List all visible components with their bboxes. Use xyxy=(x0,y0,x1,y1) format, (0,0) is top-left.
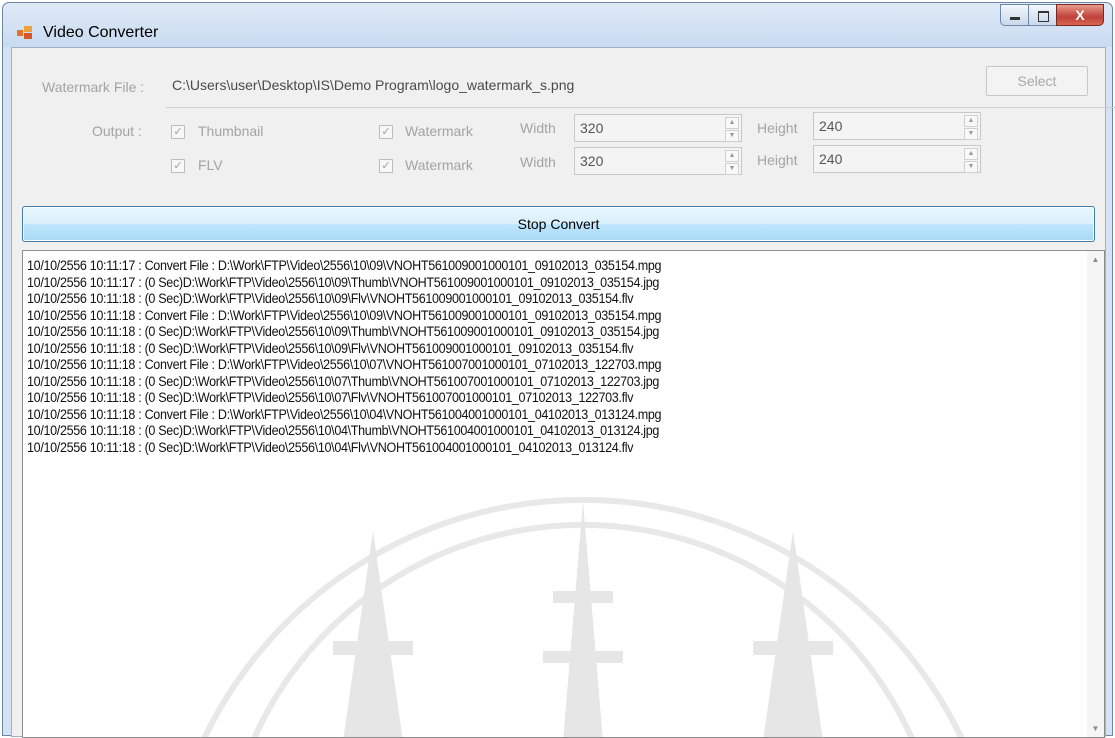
output-label: Output : xyxy=(92,123,142,139)
log-line: 10/10/2556 10:11:18 : (0 Sec)D:\Work\FTP… xyxy=(27,324,660,339)
spin-down-icon[interactable]: ▼ xyxy=(964,128,978,140)
thumbnail-height-value: 240 xyxy=(819,118,843,134)
flv-checkbox[interactable]: ✓ xyxy=(171,159,185,173)
watermark-emblem xyxy=(201,496,965,737)
flv-label: FLV xyxy=(198,157,223,173)
log-scrollbar[interactable]: ▲ ▼ xyxy=(1087,251,1104,737)
maximize-button[interactable] xyxy=(1028,4,1056,26)
thumbnail-width-stepper[interactable]: 320 ▲ ▼ xyxy=(574,114,742,142)
select-button[interactable]: Select xyxy=(986,66,1088,96)
watermark-file-label: Watermark File : xyxy=(42,79,145,95)
thumbnail-label: Thumbnail xyxy=(198,123,264,139)
close-icon: X xyxy=(1075,7,1085,23)
thumbnail-checkbox[interactable]: ✓ xyxy=(171,125,185,139)
video-converter-window: Video Converter X Watermark File : C:\Us… xyxy=(2,2,1115,738)
client-area: Watermark File : C:\Users\user\Desktop\I… xyxy=(11,47,1115,738)
log-lines: 10/10/2556 10:11:17 : Convert File : D:\… xyxy=(27,258,709,456)
maximize-icon xyxy=(1038,11,1049,22)
log-line: 10/10/2556 10:11:18 : (0 Sec)D:\Work\FTP… xyxy=(27,439,634,455)
close-button[interactable]: X xyxy=(1056,4,1104,26)
spin-down-icon[interactable]: ▼ xyxy=(964,161,978,173)
log-line: 10/10/2556 10:11:18 : (0 Sec)D:\Work\FTP… xyxy=(27,291,634,306)
thumbnail-watermark-checkbox[interactable]: ✓ xyxy=(379,125,393,139)
spin-down-icon[interactable]: ▼ xyxy=(725,163,739,175)
spin-up-icon[interactable]: ▲ xyxy=(725,117,739,129)
flv-watermark-checkbox[interactable]: ✓ xyxy=(379,159,393,173)
thumbnail-width-label: Width xyxy=(520,120,556,136)
title-bar[interactable]: Video Converter X xyxy=(3,3,1112,47)
flv-width-arrows: ▲ ▼ xyxy=(725,150,739,175)
conversion-log[interactable]: 10/10/2556 10:11:17 : Convert File : D:\… xyxy=(22,250,1105,738)
minimize-icon xyxy=(1010,17,1020,20)
watermark-path-field[interactable]: C:\Users\user\Desktop\IS\Demo Program\lo… xyxy=(172,77,574,93)
spin-up-icon[interactable]: ▲ xyxy=(964,148,978,160)
thumbnail-height-arrows: ▲ ▼ xyxy=(964,115,978,140)
thumbnail-height-label: Height xyxy=(757,120,798,136)
window-controls: X xyxy=(1000,4,1104,28)
watermark-path-underline xyxy=(166,107,1115,108)
window-title: Video Converter xyxy=(43,24,159,41)
flv-height-label: Height xyxy=(757,152,798,168)
thumbnail-height-stepper[interactable]: 240 ▲ ▼ xyxy=(813,112,981,140)
flv-width-stepper[interactable]: 320 ▲ ▼ xyxy=(574,147,742,175)
log-line: 10/10/2556 10:11:18 : (0 Sec)D:\Work\FTP… xyxy=(27,390,634,405)
log-line: 10/10/2556 10:11:18 : Convert File : D:\… xyxy=(27,307,662,323)
flv-watermark-label: Watermark xyxy=(405,157,473,173)
flv-height-stepper[interactable]: 240 ▲ ▼ xyxy=(813,145,981,173)
log-line: 10/10/2556 10:11:17 : Convert File : D:\… xyxy=(27,258,662,273)
log-line: 10/10/2556 10:11:18 : Convert File : D:\… xyxy=(27,357,662,372)
minimize-button[interactable] xyxy=(1000,4,1028,26)
log-line: 10/10/2556 10:11:18 : (0 Sec)D:\Work\FTP… xyxy=(27,423,660,438)
spin-up-icon[interactable]: ▲ xyxy=(964,115,978,127)
thumbnail-watermark-label: Watermark xyxy=(405,123,473,139)
flv-width-label: Width xyxy=(520,154,556,170)
spin-up-icon[interactable]: ▲ xyxy=(725,150,739,162)
flv-width-value: 320 xyxy=(580,153,604,169)
app-icon xyxy=(17,26,33,40)
scroll-down-icon[interactable]: ▼ xyxy=(1087,720,1104,737)
flv-height-arrows: ▲ ▼ xyxy=(964,148,978,173)
flv-height-value: 240 xyxy=(819,151,843,167)
thumbnail-width-value: 320 xyxy=(580,120,604,136)
scroll-up-icon[interactable]: ▲ xyxy=(1087,251,1104,268)
stop-convert-button[interactable]: Stop Convert xyxy=(22,206,1095,242)
log-line: 10/10/2556 10:11:18 : Convert File : D:\… xyxy=(27,406,662,422)
log-line: 10/10/2556 10:11:17 : (0 Sec)D:\Work\FTP… xyxy=(27,274,660,290)
thumbnail-width-arrows: ▲ ▼ xyxy=(725,117,739,142)
spin-down-icon[interactable]: ▼ xyxy=(725,130,739,142)
log-line: 10/10/2556 10:11:18 : (0 Sec)D:\Work\FTP… xyxy=(27,373,660,389)
log-line: 10/10/2556 10:11:18 : (0 Sec)D:\Work\FTP… xyxy=(27,340,634,356)
